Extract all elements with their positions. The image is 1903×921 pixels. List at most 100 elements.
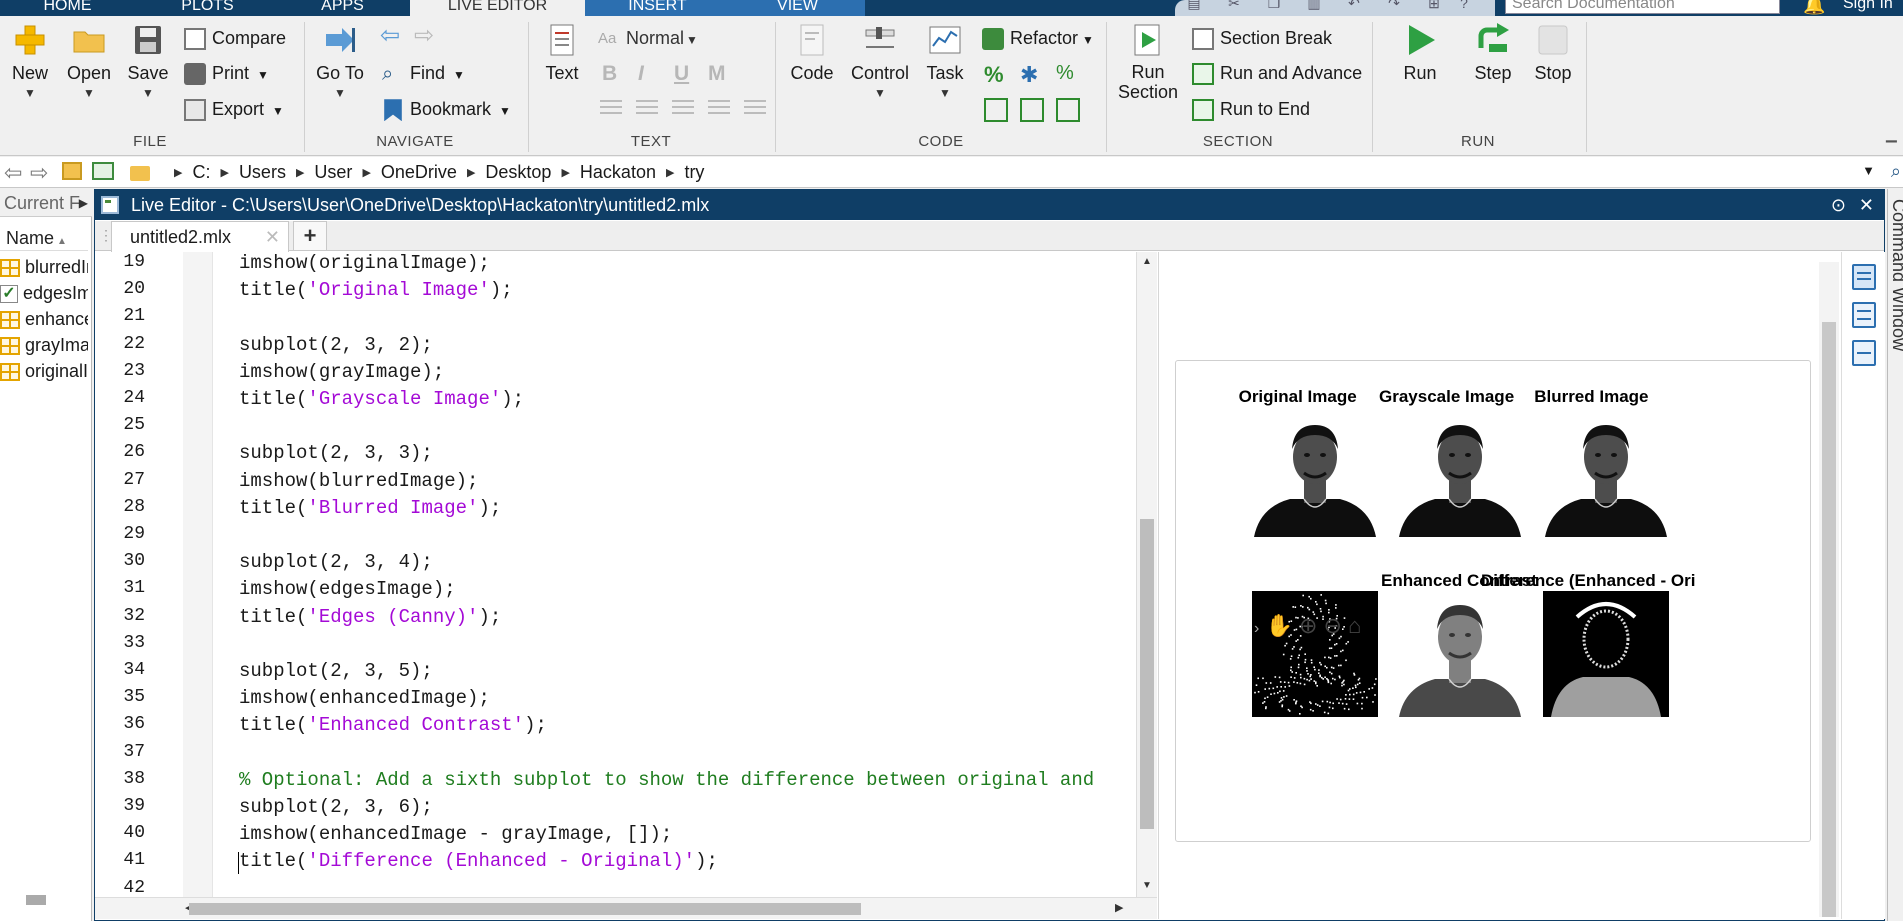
list-item[interactable]: originalImage — [0, 358, 88, 384]
forward-arrow-icon[interactable]: ⇨ — [30, 160, 48, 186]
wrap-comments-icon[interactable]: % — [1056, 62, 1080, 86]
paste-quick-icon[interactable]: ▥ — [1305, 0, 1323, 13]
breadcrumb-item[interactable]: Users — [239, 162, 286, 182]
export-button[interactable]: Export ▼ — [184, 95, 284, 123]
up-folder-icon[interactable] — [62, 162, 82, 180]
list-item[interactable]: enhancedImage — [0, 306, 88, 332]
output-scrollbar[interactable] — [1819, 262, 1839, 917]
switch-windows-icon[interactable]: ⊞ — [1425, 0, 1443, 13]
breadcrumb-item[interactable]: Hackaton — [580, 162, 656, 182]
chevron-right-icon[interactable]: › — [1254, 620, 1259, 637]
redo-quick-icon[interactable]: ↷ — [1385, 0, 1403, 13]
breadcrumb-item[interactable]: C: — [192, 162, 210, 182]
pan-hand-icon[interactable]: ✋ — [1265, 613, 1292, 638]
name-column-header[interactable]: Name ▲ — [0, 225, 88, 251]
copy-quick-icon[interactable]: ❐ — [1265, 0, 1283, 13]
sign-in-link[interactable]: Sign In — [1843, 0, 1893, 13]
panel-menu-icon[interactable]: ▶ — [79, 189, 88, 217]
breadcrumb-item[interactable]: OneDrive — [381, 162, 457, 182]
breadcrumb-item[interactable]: User — [314, 162, 352, 182]
insert-text-button[interactable]: Text — [540, 22, 584, 84]
search-folder-icon[interactable]: ⌕ — [1891, 161, 1901, 182]
notification-bell-icon[interactable]: 🔔 — [1803, 0, 1825, 16]
open-button[interactable]: Open ▼ — [64, 22, 114, 102]
insert-code-button[interactable]: Code — [788, 22, 836, 84]
browse-folder-icon[interactable] — [92, 162, 114, 180]
tab-plots[interactable]: PLOTS — [140, 0, 275, 16]
hide-code-icon[interactable] — [1852, 340, 1876, 366]
breadcrumb-item[interactable]: Desktop — [485, 162, 551, 182]
run-and-advance-button[interactable]: Run and Advance — [1192, 59, 1362, 87]
collapse-ribbon-icon[interactable]: ▁ — [1886, 126, 1897, 143]
chevron-down-icon: ▼ — [1082, 33, 1094, 47]
subplot-image[interactable] — [1252, 591, 1378, 717]
scrollbar-thumb[interactable] — [1822, 322, 1836, 917]
group-label-run: RUN — [1461, 133, 1495, 150]
tab-insert[interactable]: INSERT — [585, 0, 730, 16]
control-button[interactable]: Control ▼ — [848, 22, 912, 102]
code-editor[interactable]: 19 20 21 22 23 24 25 26 27 28 29 30 31 32 33 34 35 36 37 38… — [95, 252, 1157, 897]
uncomment-icon[interactable]: ✱ — [1020, 62, 1044, 87]
search-documentation-input[interactable]: Search Documentation — [1505, 0, 1780, 14]
zoom-out-icon[interactable]: ⊖ — [1324, 613, 1342, 638]
tab-apps[interactable]: APPS — [275, 0, 410, 16]
find-button[interactable]: ⌕ Find ▼ — [382, 59, 465, 87]
refactor-button[interactable]: Refactor ▼ — [982, 24, 1094, 52]
scrollbar-thumb[interactable] — [189, 903, 861, 915]
figure-output[interactable]: Original Image Grayscale Image Blurred Ima… — [1175, 360, 1811, 842]
horizontal-scrollbar[interactable]: ◀ ▶ — [95, 897, 1157, 919]
close-icon[interactable]: ✕ — [1859, 190, 1874, 220]
subplot-image[interactable] — [1543, 591, 1669, 717]
horizontal-scrollbar[interactable] — [26, 895, 46, 905]
print-button[interactable]: Print ▼ — [184, 59, 269, 87]
tab-view[interactable]: VIEW — [730, 0, 865, 16]
add-tab-button[interactable]: + — [293, 221, 327, 251]
run-to-end-button[interactable]: Run to End — [1192, 95, 1310, 123]
undo-quick-icon[interactable]: ↶ — [1345, 0, 1363, 13]
step-button[interactable]: Step — [1470, 22, 1516, 84]
subplot-image[interactable] — [1397, 411, 1523, 537]
breadcrumb-item[interactable]: try — [684, 162, 704, 182]
back-arrow-icon[interactable]: ⇦ — [4, 160, 22, 186]
subplot-image[interactable] — [1543, 411, 1669, 537]
save-quick-icon[interactable]: ▤ — [1185, 0, 1203, 13]
task-button[interactable]: Task ▼ — [922, 22, 968, 102]
compare-button[interactable]: Compare — [184, 24, 286, 52]
tab-untitled2[interactable]: untitled2.mlx ✕ — [111, 221, 289, 252]
window-menu-icon[interactable]: ⊙ — [1831, 190, 1846, 220]
section-break-button[interactable]: Section Break — [1192, 24, 1332, 52]
back-arrow-icon[interactable]: ⇦ — [380, 24, 404, 50]
bookmark-button[interactable]: Bookmark ▼ — [382, 95, 511, 123]
vertical-scrollbar[interactable]: ▲ ▼ — [1136, 252, 1157, 897]
close-tab-icon[interactable]: ✕ — [265, 222, 280, 252]
tab-live-editor[interactable]: LIVE EDITOR — [410, 0, 585, 16]
decrease-indent-icon[interactable] — [1020, 98, 1044, 122]
new-button[interactable]: New ▼ — [8, 22, 52, 102]
address-dropdown-icon[interactable]: ▼ — [1862, 163, 1875, 178]
cut-quick-icon[interactable]: ✂ — [1225, 0, 1243, 13]
output-right-icon[interactable] — [1852, 264, 1876, 290]
smart-indent-icon[interactable] — [984, 98, 1008, 122]
output-inline-icon[interactable] — [1852, 302, 1876, 328]
command-window-tab[interactable]: Command Window — [1887, 189, 1903, 921]
zoom-in-icon[interactable]: ⊕ — [1299, 613, 1317, 638]
goto-button[interactable]: Go To ▼ — [312, 22, 368, 102]
scroll-up-icon[interactable]: ▲ — [1142, 256, 1152, 267]
save-button[interactable]: Save ▼ — [124, 22, 172, 102]
scroll-down-icon[interactable]: ▼ — [1142, 880, 1152, 891]
subplot-image[interactable] — [1397, 591, 1523, 717]
tab-home[interactable]: HOME — [0, 0, 135, 16]
run-section-button[interactable]: Run Section — [1118, 22, 1178, 102]
comment-icon[interactable]: % — [984, 62, 1008, 87]
home-icon[interactable]: ⌂ — [1348, 613, 1361, 638]
list-item[interactable]: blurredImage — [0, 254, 88, 280]
list-item[interactable]: grayImage — [0, 332, 88, 358]
scrollbar-thumb[interactable] — [1140, 519, 1154, 829]
increase-indent-icon[interactable] — [1056, 98, 1080, 122]
text-style-dropdown[interactable]: Aa Normal ▼ — [598, 24, 698, 52]
scroll-right-icon[interactable]: ▶ — [1115, 901, 1123, 914]
subplot-image[interactable] — [1252, 411, 1378, 537]
help-quick-icon[interactable]: ? — [1455, 0, 1473, 13]
run-button[interactable]: Run — [1398, 22, 1442, 84]
list-item[interactable]: ✓ edgesImage — [0, 280, 88, 306]
